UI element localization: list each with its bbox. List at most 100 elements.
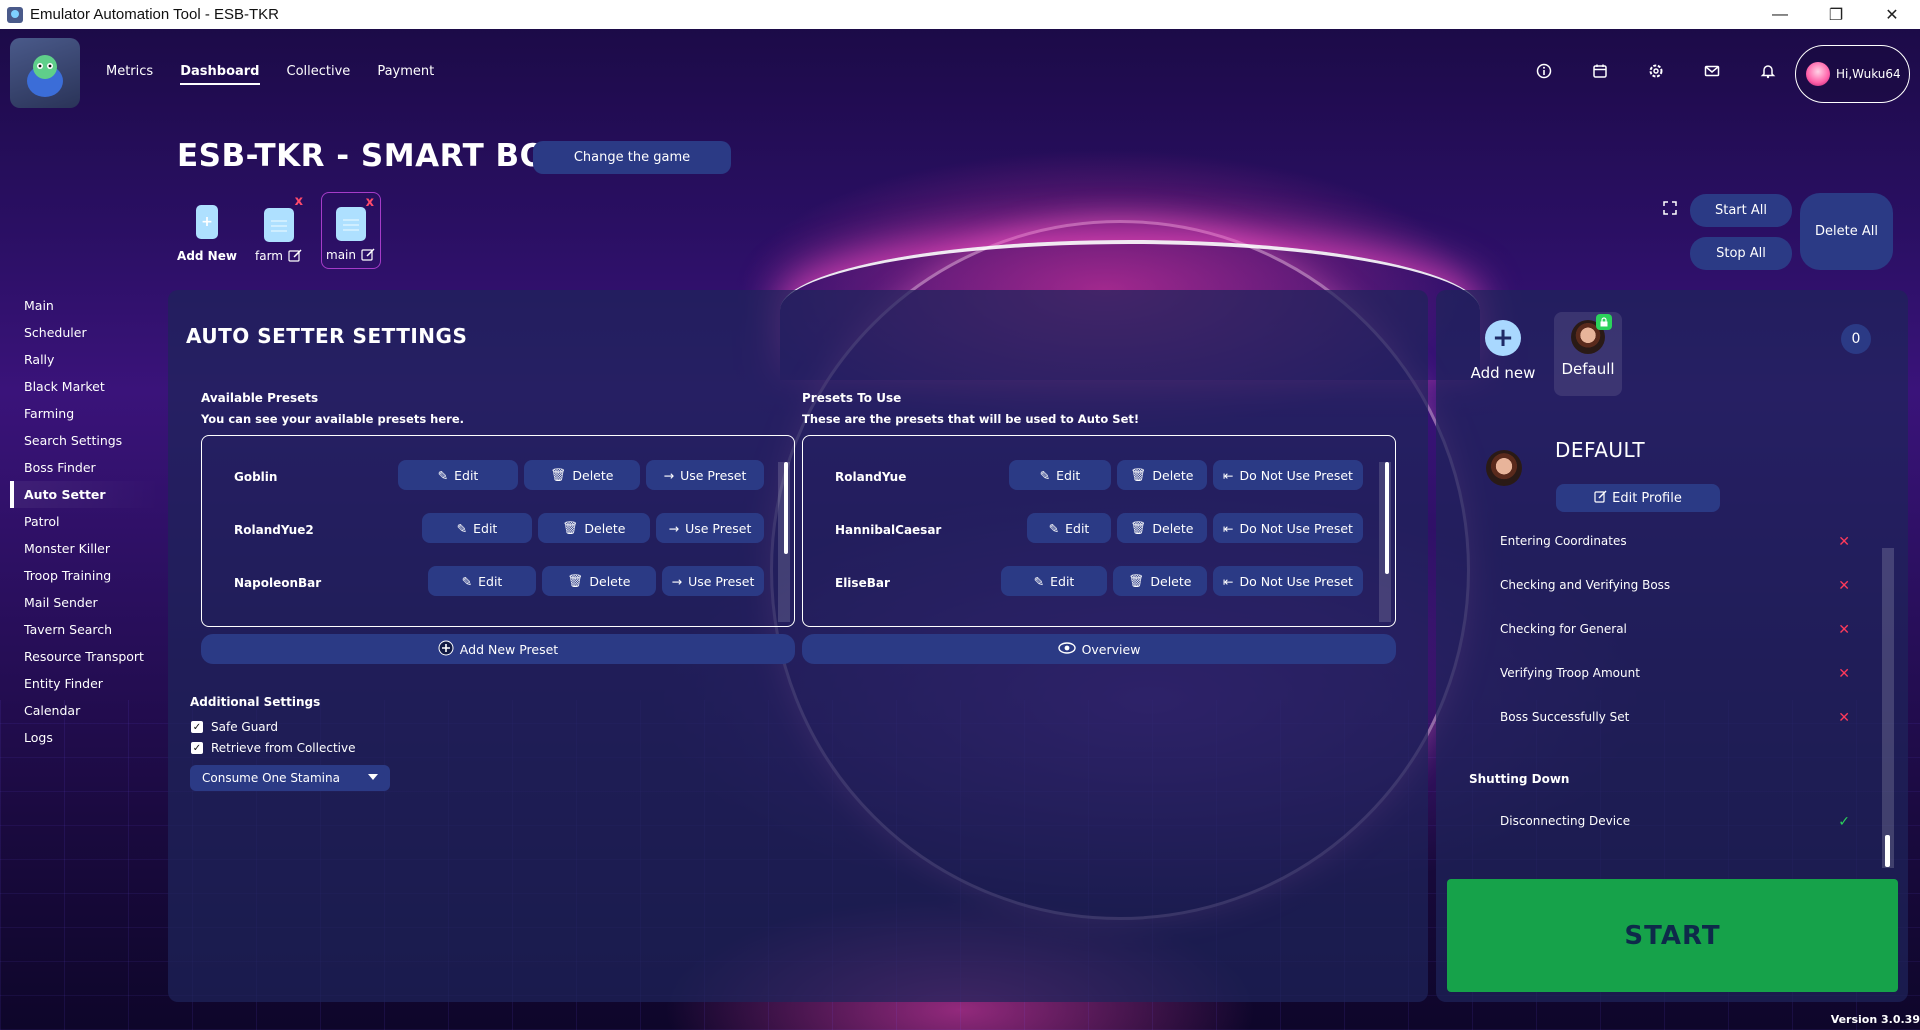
- do-not-use-preset-button[interactable]: ⇤ Do Not Use Preset: [1213, 513, 1363, 543]
- start-all-button[interactable]: Start All: [1690, 194, 1792, 227]
- minimize-icon[interactable]: —: [1752, 0, 1808, 29]
- button-label: Do Not Use Preset: [1239, 520, 1353, 536]
- safe-guard-checkbox[interactable]: ✓: [191, 721, 203, 733]
- edit-preset-button[interactable]: ✎ Edit: [422, 513, 532, 543]
- delete-preset-button[interactable]: 🗑 Delete: [1113, 566, 1207, 596]
- scrollbar-thumb[interactable]: [784, 462, 788, 554]
- sidebar-item-entity-finder[interactable]: Entity Finder: [10, 670, 160, 697]
- sidebar-item-rally[interactable]: Rally: [10, 346, 160, 373]
- presets-to-use-list[interactable]: RolandYue ✎ Edit 🗑 Delete ⇤ Do Not Use Pres…: [802, 435, 1396, 627]
- top-nav: Metrics Dashboard Collective Payment: [106, 64, 461, 85]
- check-icon: ✓: [1838, 814, 1850, 830]
- sidebar-item-tavern-search[interactable]: Tavern Search: [10, 616, 160, 643]
- delete-all-button[interactable]: Delete All: [1800, 193, 1893, 270]
- pencil-icon: ✎: [437, 467, 449, 483]
- edit-icon[interactable]: [361, 247, 376, 262]
- edit-profile-button[interactable]: Edit Profile: [1556, 484, 1720, 512]
- presets-to-use-subtitle: These are the presets that will be used …: [802, 412, 1140, 426]
- tab-close-icon[interactable]: x: [295, 194, 303, 209]
- task-label: Disconnecting Device: [1500, 814, 1631, 828]
- task-label: Boss Successfully Set: [1500, 710, 1630, 724]
- button-label: Edit Profile: [1612, 490, 1682, 506]
- use-preset-button[interactable]: → Use Preset: [656, 513, 764, 543]
- retrieve-from-collective-option[interactable]: ✓ Retrieve from Collective: [191, 741, 355, 755]
- task-label: Entering Coordinates: [1500, 534, 1627, 548]
- sidebar-item-troop-training[interactable]: Troop Training: [10, 562, 160, 589]
- edit-preset-button[interactable]: ✎ Edit: [398, 460, 518, 490]
- available-presets-list[interactable]: Goblin ✎ Edit 🗑 Delete → Use Preset RolandY…: [201, 435, 795, 627]
- sidebar-item-auto-setter[interactable]: Auto Setter: [10, 481, 160, 508]
- delete-preset-button[interactable]: 🗑 Delete: [524, 460, 640, 490]
- button-label: Delete: [584, 520, 626, 536]
- nav-tab-collective[interactable]: Collective: [287, 64, 351, 85]
- delete-preset-button[interactable]: 🗑 Delete: [1117, 460, 1207, 490]
- nav-tab-dashboard[interactable]: Dashboard: [180, 64, 260, 85]
- use-preset-button[interactable]: → Use Preset: [662, 566, 764, 596]
- sidebar-item-mail-sender[interactable]: Mail Sender: [10, 589, 160, 616]
- document-icon: [336, 207, 366, 241]
- sidebar-item-logs[interactable]: Logs: [10, 724, 160, 751]
- bell-icon[interactable]: [1740, 63, 1796, 79]
- add-profile-button[interactable]: + Add new: [1468, 320, 1538, 382]
- sidebar-item-patrol[interactable]: Patrol: [10, 508, 160, 535]
- sidebar-item-monster-killer[interactable]: Monster Killer: [10, 535, 160, 562]
- close-icon[interactable]: ✕: [1864, 0, 1920, 29]
- delete-preset-button[interactable]: 🗑 Delete: [538, 513, 650, 543]
- button-label: Delete: [1150, 573, 1192, 589]
- edit-preset-button[interactable]: ✎ Edit: [428, 566, 536, 596]
- add-new-bot-tab[interactable]: + Add New: [177, 192, 237, 269]
- change-game-button[interactable]: Change the game: [533, 141, 731, 174]
- start-button[interactable]: START: [1447, 879, 1898, 992]
- task-row: Disconnecting Device ✓: [1500, 814, 1850, 834]
- scrollbar-thumb[interactable]: [1385, 462, 1389, 574]
- user-menu[interactable]: Hi,Wuku64: [1795, 45, 1910, 103]
- select-value: Consume One Stamina: [202, 771, 340, 785]
- profile-tab-default[interactable]: Defaull: [1554, 312, 1622, 396]
- version-label: Version 3.0.39: [1830, 1013, 1920, 1026]
- do-not-use-preset-button[interactable]: ⇤ Do Not Use Preset: [1213, 566, 1363, 596]
- use-preset-button[interactable]: → Use Preset: [646, 460, 764, 490]
- button-label: Edit: [478, 573, 503, 589]
- nav-tab-payment[interactable]: Payment: [377, 64, 434, 85]
- sidebar-item-search-settings[interactable]: Search Settings: [10, 427, 160, 454]
- sidebar-item-main[interactable]: Main: [10, 292, 160, 319]
- add-new-label: Add New: [177, 249, 237, 263]
- arrow-right-icon: →: [671, 573, 683, 589]
- edit-preset-button[interactable]: ✎ Edit: [1001, 566, 1107, 596]
- safe-guard-option[interactable]: ✓ Safe Guard: [191, 720, 278, 734]
- scrollbar-track[interactable]: [1882, 548, 1894, 868]
- checkbox-label: Safe Guard: [211, 720, 278, 734]
- settings-icon[interactable]: [1628, 63, 1684, 79]
- edit-preset-button[interactable]: ✎ Edit: [1027, 513, 1111, 543]
- do-not-use-preset-button[interactable]: ⇤ Do Not Use Preset: [1213, 460, 1363, 490]
- stop-all-button[interactable]: Stop All: [1690, 237, 1792, 270]
- expand-icon[interactable]: [1662, 200, 1678, 220]
- sidebar-item-scheduler[interactable]: Scheduler: [10, 319, 160, 346]
- overview-button[interactable]: Overview: [802, 634, 1396, 664]
- sidebar-item-resource-transport[interactable]: Resource Transport: [10, 643, 160, 670]
- plus-icon: +: [1485, 320, 1521, 356]
- bot-tab-main[interactable]: x main: [321, 192, 381, 269]
- app-logo[interactable]: [10, 38, 80, 108]
- tab-close-icon[interactable]: x: [366, 195, 374, 210]
- sidebar-item-boss-finder[interactable]: Boss Finder: [10, 454, 160, 481]
- sidebar-item-farming[interactable]: Farming: [10, 400, 160, 427]
- add-new-preset-button[interactable]: Add New Preset: [201, 634, 795, 664]
- button-label: Edit: [1050, 573, 1075, 589]
- delete-preset-button[interactable]: 🗑 Delete: [542, 566, 656, 596]
- stamina-select[interactable]: Consume One Stamina: [190, 765, 390, 791]
- bot-tab-farm[interactable]: x farm: [249, 192, 309, 269]
- sidebar-item-black-market[interactable]: Black Market: [10, 373, 160, 400]
- nav-tab-metrics[interactable]: Metrics: [106, 64, 153, 85]
- window-title: Emulator Automation Tool - ESB-TKR: [30, 6, 279, 23]
- calendar-icon[interactable]: [1572, 63, 1628, 79]
- restore-icon[interactable]: ❐: [1808, 0, 1864, 29]
- delete-preset-button[interactable]: 🗑 Delete: [1117, 513, 1207, 543]
- scrollbar-thumb[interactable]: [1885, 835, 1890, 867]
- retrieve-checkbox[interactable]: ✓: [191, 742, 203, 754]
- edit-icon[interactable]: [288, 248, 303, 263]
- sidebar-item-calendar[interactable]: Calendar: [10, 697, 160, 724]
- info-icon[interactable]: [1516, 63, 1572, 79]
- edit-preset-button[interactable]: ✎ Edit: [1009, 460, 1111, 490]
- mail-icon[interactable]: [1684, 63, 1740, 79]
